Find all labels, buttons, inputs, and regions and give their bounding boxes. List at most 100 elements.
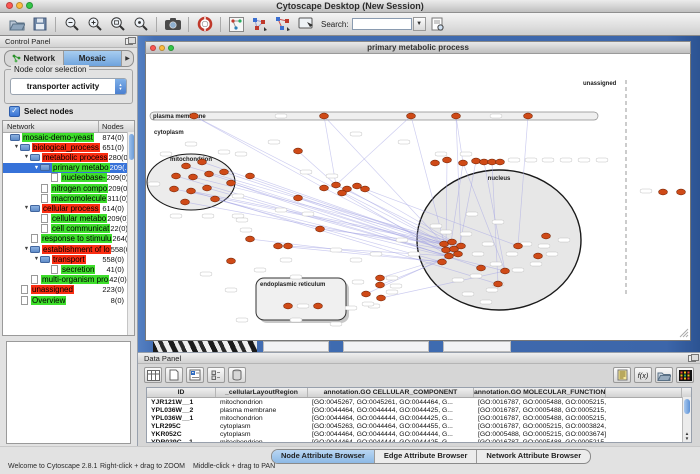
tree-row[interactable]: mosaic-demo-yeast 874(0) (3, 132, 127, 142)
disclosure-arrow-icon[interactable]: ▼ (23, 246, 30, 252)
tree-column-nodes[interactable]: Nodes (98, 121, 134, 132)
tree-node-label: establishment of lo (42, 245, 111, 254)
tab-scroll-right-button[interactable]: ▶ (122, 51, 133, 66)
column-header[interactable] (606, 388, 682, 397)
attribute-checklist-button[interactable] (186, 367, 204, 383)
file-icon (41, 184, 48, 193)
tree-node-label: secretion (61, 265, 95, 274)
tree-row[interactable]: Overview 8(0) (3, 295, 127, 305)
disclosure-arrow-icon[interactable]: ▼ (33, 256, 40, 262)
tab-mosaic[interactable]: Mosaic (64, 51, 123, 66)
tree-scrollbar-thumb[interactable] (129, 134, 134, 160)
tab-network-attribute-browser[interactable]: Network Attribute Browser (477, 450, 590, 463)
tree-row[interactable]: ▼ biological_process 651(0) (3, 142, 127, 152)
tree-node-count: 264(0) (112, 234, 127, 243)
tree-row[interactable]: cell communicat 22(0) (3, 224, 127, 234)
tab-edge-attribute-browser[interactable]: Edge Attribute Browser (375, 450, 477, 463)
tree-column-network[interactable]: Network (3, 121, 98, 132)
function-icon: f(x) (638, 371, 649, 380)
zoom-fit-button[interactable] (106, 15, 129, 34)
tab-node-attribute-browser[interactable]: Node Attribute Browser (272, 450, 375, 463)
disclosure-arrow-icon[interactable]: ▼ (23, 205, 30, 211)
resize-grip[interactable] (680, 329, 688, 337)
column-header[interactable]: ID (147, 388, 216, 397)
table-row[interactable]: YPL036W__1mitochondrion[GO:0044464, GO:0… (147, 414, 691, 422)
table-cell: YPL036W__2 (147, 407, 216, 414)
delete-attribute-button[interactable] (228, 367, 246, 383)
scrollbar-arrows[interactable]: ▲▼ (683, 431, 691, 441)
float-panel-icon[interactable] (688, 355, 696, 362)
table-cell: cytoplasm (216, 423, 308, 430)
tree-row[interactable]: ▼ metabolic process 280(0) (3, 152, 127, 162)
heatmap-button[interactable] (676, 367, 694, 383)
table-scrollbar[interactable]: ▲▼ (682, 397, 691, 442)
search-dropdown-button[interactable]: ▼ (413, 17, 426, 31)
network-canvas[interactable]: plasma membrane cytoplasm mitochondrion … (146, 54, 690, 339)
search-config-button[interactable] (426, 15, 449, 34)
import-attributes-button[interactable] (655, 367, 673, 383)
network-desktop: primary metabolic process plasma membran… (138, 36, 700, 352)
node-color-dropdown[interactable]: transporter activity ▲▼ (10, 78, 127, 95)
select-attributes-button[interactable] (144, 367, 162, 383)
new-document-icon (169, 369, 179, 381)
float-panel-icon[interactable] (125, 38, 133, 45)
disclosure-arrow-icon[interactable]: ▼ (13, 144, 20, 150)
tree-row[interactable]: secretion 41(0) (3, 264, 127, 274)
tree-row[interactable]: multi-organism pro 42(0) (3, 275, 127, 285)
tree-row[interactable]: unassigned 223(0) (3, 285, 127, 295)
table-row[interactable]: YKR052Ccytoplasm[GO:0044464, GO:0044444,… (147, 430, 691, 438)
zoom-out-button[interactable] (60, 15, 83, 34)
tree-node-count: 22(0) (110, 224, 127, 233)
table-row[interactable]: YJR121W__1mitochondrion[GO:0045267, GO:0… (147, 398, 691, 406)
function-builder-button[interactable]: f(x) (634, 367, 652, 383)
table-row[interactable]: YDR039C__1mitochondrion[GO:0044464, GO:0… (147, 438, 691, 443)
network-overview-button[interactable] (225, 15, 248, 34)
network-window-titlebar[interactable]: primary metabolic process (145, 41, 691, 54)
table-cell: [GO:0016787, GO:0005215, GO:0003824, G..… (474, 423, 606, 430)
attribute-list-button[interactable] (613, 367, 631, 383)
disclosure-arrow-icon[interactable]: ▼ (33, 165, 40, 171)
zoom-in-icon (87, 16, 103, 32)
new-attribute-button[interactable] (165, 367, 183, 383)
table-row[interactable]: YPL036W__2plasma membrane[GO:0044464, GO… (147, 406, 691, 414)
disclosure-arrow-icon[interactable]: ▼ (23, 154, 30, 160)
tree-row[interactable]: nucleobase- 209(0) (3, 173, 127, 183)
layout-button-2[interactable] (271, 15, 294, 34)
column-header[interactable]: annotation.GO CELLULAR_COMPONENT (308, 388, 474, 397)
layout-button-1[interactable] (248, 15, 271, 34)
table-cell: [GO:0005488, GO:0005215, GO:0003674] (474, 431, 606, 438)
tree-scrollbar[interactable] (127, 132, 134, 335)
zoom-in-button[interactable] (83, 15, 106, 34)
save-session-button[interactable] (28, 15, 51, 34)
column-header[interactable]: annotation.GO MOLECULAR_FUNCTION (474, 388, 606, 397)
snapshot-button[interactable] (161, 15, 184, 34)
zoom-selected-button[interactable] (129, 15, 152, 34)
table-scrollbar-thumb[interactable] (684, 399, 690, 414)
network-window[interactable]: primary metabolic process plasma membran… (145, 41, 691, 341)
help-button[interactable] (193, 15, 216, 34)
open-folder-icon (657, 370, 671, 381)
attribute-grid-button[interactable] (207, 367, 225, 383)
select-nodes-checkbox[interactable]: ✓ Select nodes (9, 106, 73, 117)
control-panel-header: Control Panel (0, 36, 137, 48)
tree-row[interactable]: macromolecule 311(0) (3, 193, 127, 203)
table-cell: YKR052C (147, 431, 216, 438)
birdseye-view[interactable] (6, 341, 131, 444)
status-text: Right-click + drag to ZOOM (100, 463, 185, 470)
tree-row[interactable]: ▼ establishment of lo 558(0) (3, 244, 127, 254)
tree-row[interactable]: ▼ transport 558(0) (3, 254, 127, 264)
column-header[interactable]: _cellularLayoutRegion (216, 388, 308, 397)
search-input[interactable] (352, 18, 412, 30)
table-row[interactable]: YLR295Ccytoplasm[GO:0045263, GO:0044464,… (147, 422, 691, 430)
tab-network[interactable]: Network (5, 51, 64, 66)
view-settings-button[interactable] (294, 15, 317, 34)
tree-row[interactable]: response to stimulu 264(0) (3, 234, 127, 244)
tree-row[interactable]: ▼ primary metabo 209(... (3, 163, 127, 173)
folder-icon (40, 164, 50, 171)
open-session-button[interactable] (5, 15, 28, 34)
tab-network-label: Network (23, 54, 55, 63)
tree-row[interactable]: ▼ cellular process 614(0) (3, 203, 127, 213)
tree-row[interactable]: cellular metabo 209(0) (3, 214, 127, 224)
table-cell: [GO:0016787, GO:0005488, GO:0005215, G..… (474, 439, 606, 444)
tree-row[interactable]: nitrogen compo 209(0) (3, 183, 127, 193)
